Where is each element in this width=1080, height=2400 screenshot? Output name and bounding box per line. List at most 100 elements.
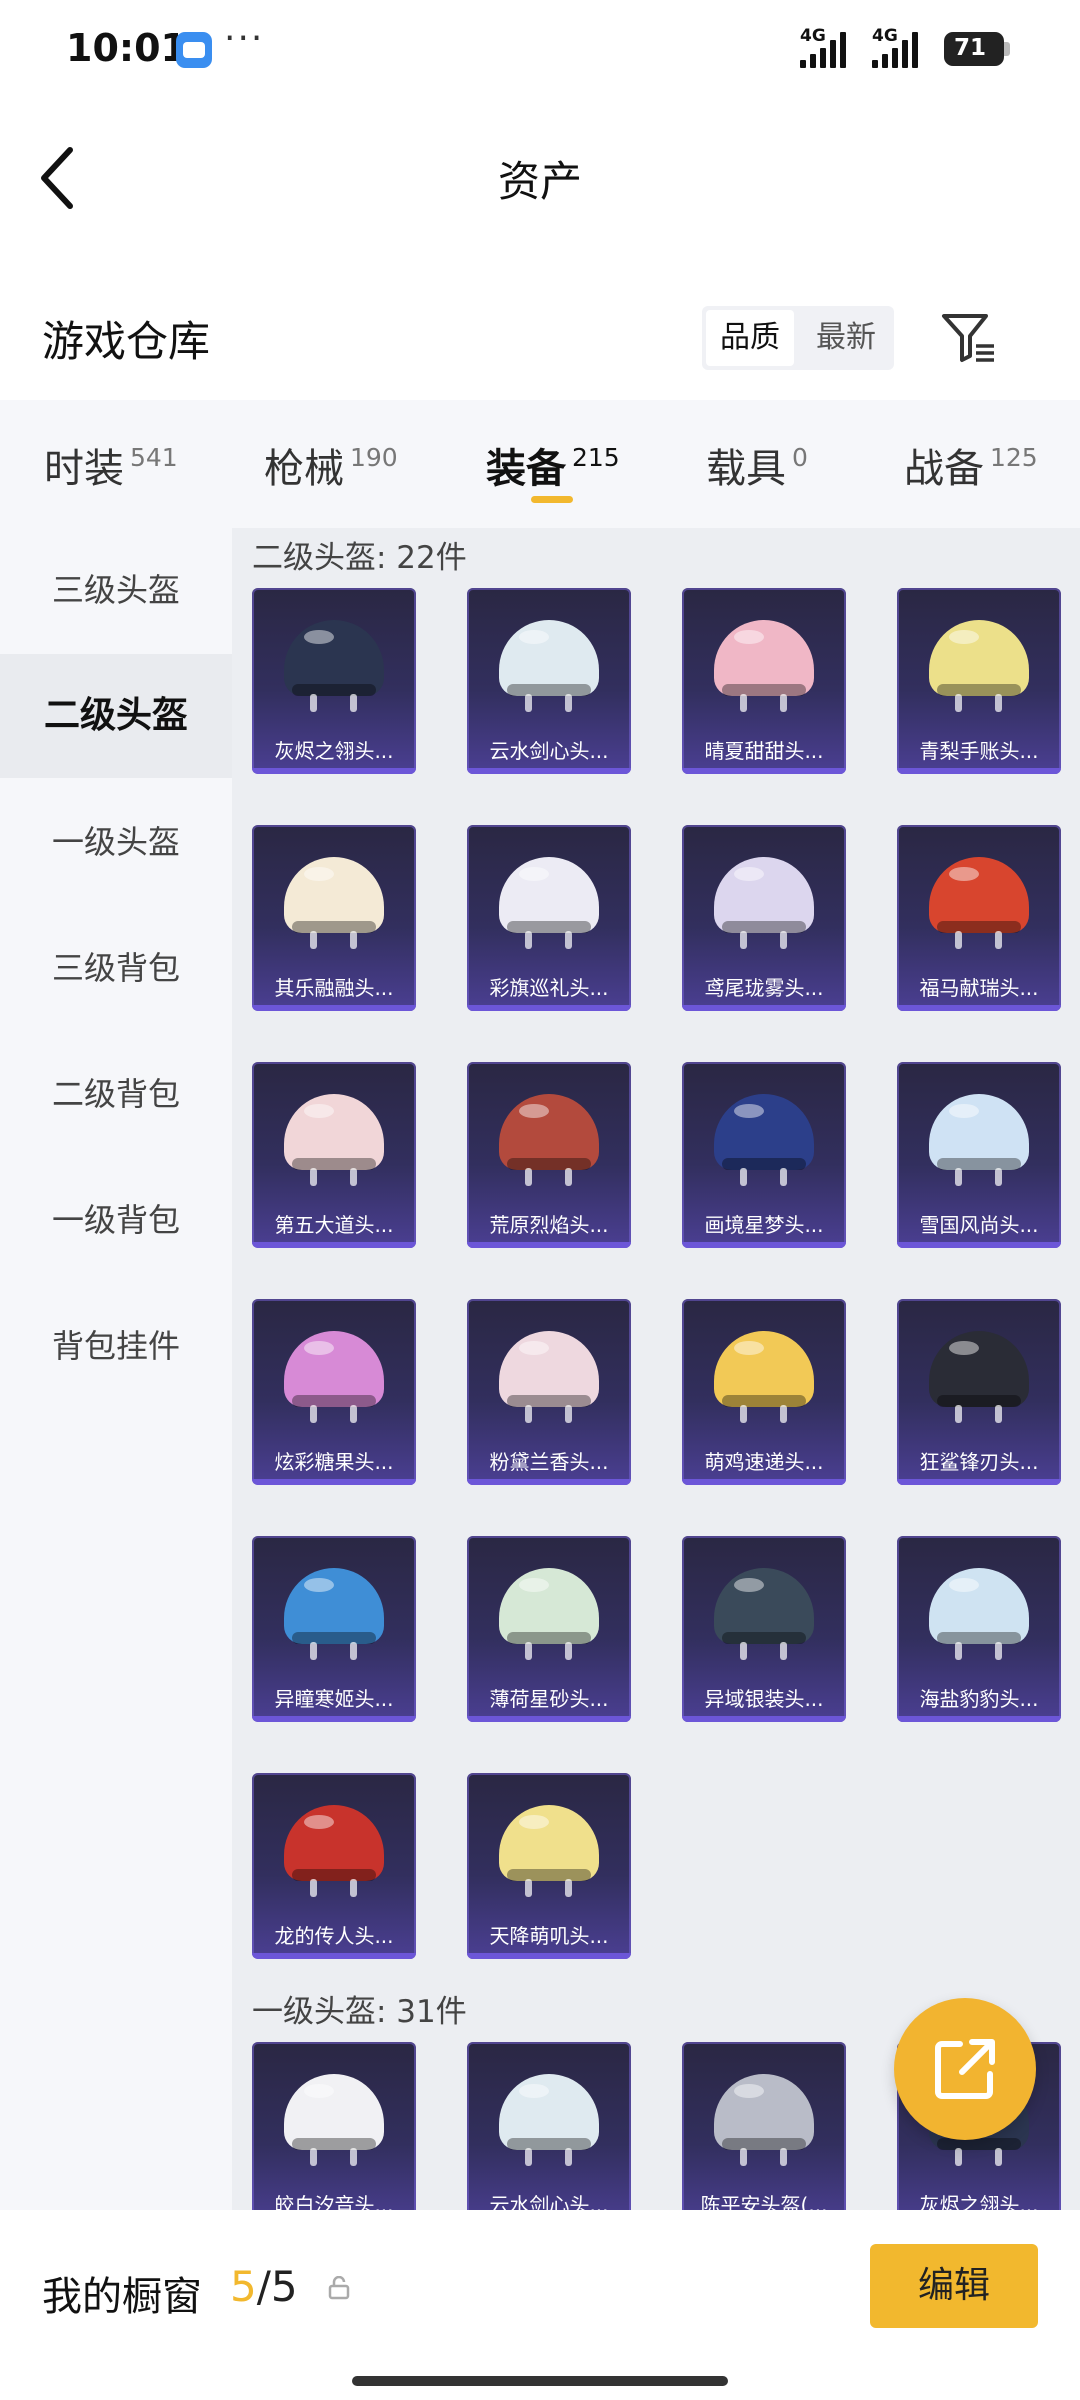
signal-2-icon: 4G	[872, 26, 934, 68]
helmet-image	[499, 1562, 599, 1666]
filter-button[interactable]	[940, 308, 998, 366]
active-tab-indicator	[531, 496, 573, 503]
tab-vehicles[interactable]: 载具 0	[706, 436, 808, 496]
item-name: 异域银装头...	[704, 1687, 824, 1711]
sidebar-item-level3-backpack[interactable]: 三级背包	[0, 906, 232, 1030]
helmet-image	[929, 851, 1029, 955]
helmet-image	[284, 2068, 384, 2172]
section-title: 一级头盔: 31件	[252, 1994, 467, 2030]
showcase-bar: 我的橱窗 5/5 编辑	[0, 2210, 1080, 2400]
helmet-image	[284, 1562, 384, 1666]
sidebar-item-level1-helmet[interactable]: 一级头盔	[0, 780, 232, 904]
showcase-separator: /	[256, 2262, 271, 2311]
item-name: 龙的传人头...	[274, 1924, 394, 1948]
helmet-image	[499, 2068, 599, 2172]
helmet-image	[714, 1325, 814, 1429]
item-card[interactable]: 炫彩糖果头...	[252, 1299, 416, 1485]
item-name: 灰烬之翎头...	[919, 2193, 1039, 2210]
item-card[interactable]: 荒原烈焰头...	[467, 1062, 631, 1248]
item-card[interactable]: 晴夏甜甜头...	[682, 588, 846, 774]
edit-button[interactable]: 编辑	[870, 2244, 1038, 2328]
item-name: 云水剑心头...	[489, 739, 609, 763]
item-card[interactable]: 云水剑心头...	[467, 588, 631, 774]
showcase-total: 5	[270, 2262, 298, 2311]
item-card[interactable]: 彩旗巡礼头...	[467, 825, 631, 1011]
item-name: 福马献瑞头...	[919, 976, 1039, 1000]
item-card[interactable]: 画境星梦头...	[682, 1062, 846, 1248]
sidebar-item-level3-helmet[interactable]: 三级头盔	[0, 528, 232, 652]
item-name: 异瞳寒姬头...	[274, 1687, 394, 1711]
tab-count: 541	[130, 443, 178, 472]
item-card[interactable]: 龙的传人头...	[252, 1773, 416, 1959]
helmet-image	[714, 1562, 814, 1666]
sort-newest-option[interactable]: 最新	[802, 310, 890, 366]
item-card[interactable]: 青梨手账头...	[897, 588, 1061, 774]
item-name: 青梨手账头...	[919, 739, 1039, 763]
helmet-image	[929, 1088, 1029, 1192]
category-tabs: 时装 541 枪械 190 装备 215 载具 0 战备 125	[0, 400, 1080, 528]
item-card[interactable]: 异域银装头...	[682, 1536, 846, 1722]
item-card[interactable]: 海盐豹豹头...	[897, 1536, 1061, 1722]
sort-quality-option[interactable]: 品质	[706, 310, 794, 366]
tab-count: 190	[350, 443, 398, 472]
signal-1-icon: 4G	[800, 26, 862, 68]
helmet-image	[284, 851, 384, 955]
tab-battle-gear[interactable]: 战备 125	[904, 436, 1038, 496]
item-card[interactable]: 皎白汐音头...	[252, 2042, 416, 2210]
item-card[interactable]: 第五大道头...	[252, 1062, 416, 1248]
item-card[interactable]: 鸢尾珑雾头...	[682, 825, 846, 1011]
item-card[interactable]: 粉黛兰香头...	[467, 1299, 631, 1485]
item-grid: 二级头盔: 22件 灰烬之翎头... 云水剑心头... 晴夏甜甜头... 青梨手账头.…	[232, 528, 1080, 2210]
helmet-image	[929, 1562, 1029, 1666]
helmet-image	[499, 851, 599, 955]
app-notification-icon	[176, 32, 212, 68]
tab-equipment[interactable]: 装备 215	[486, 436, 620, 496]
item-card[interactable]: 异瞳寒姬头...	[252, 1536, 416, 1722]
showcase-count: 5/5	[230, 2262, 298, 2311]
helmet-image	[714, 1088, 814, 1192]
helmet-image	[499, 1799, 599, 1903]
item-name: 雪国风尚头...	[919, 1213, 1039, 1237]
helmet-image	[499, 1088, 599, 1192]
sidebar-item-level1-backpack[interactable]: 一级背包	[0, 1158, 232, 1282]
tab-label: 装备	[486, 446, 566, 492]
sidebar-item-backpack-pendant[interactable]: 背包挂件	[0, 1284, 232, 1408]
item-name: 晴夏甜甜头...	[704, 739, 824, 763]
helmet-image	[284, 1088, 384, 1192]
sidebar-item-level2-helmet[interactable]: 二级头盔	[0, 654, 232, 778]
item-card[interactable]: 雪国风尚头...	[897, 1062, 1061, 1248]
item-card[interactable]: 其乐融融头...	[252, 825, 416, 1011]
item-name: 鸢尾珑雾头...	[704, 976, 824, 1000]
item-card[interactable]: 萌鸡速递头...	[682, 1299, 846, 1485]
share-button[interactable]	[894, 1998, 1036, 2140]
tab-weapons[interactable]: 枪械 190	[264, 436, 398, 496]
item-name: 荒原烈焰头...	[489, 1213, 609, 1237]
section-title: 二级头盔: 22件	[252, 540, 467, 576]
item-card[interactable]: 灰烬之翎头...	[252, 588, 416, 774]
item-name: 其乐融融头...	[274, 976, 394, 1000]
battery-icon: 71	[944, 32, 1010, 66]
item-card[interactable]: 薄荷星砂头...	[467, 1536, 631, 1722]
item-card[interactable]: 天降萌叽头...	[467, 1773, 631, 1959]
helmet-image	[929, 1325, 1029, 1429]
tab-fashion[interactable]: 时装 541	[44, 436, 178, 496]
network-type-1: 4G	[800, 26, 826, 46]
item-card[interactable]: 云水剑心头...	[467, 2042, 631, 2210]
showcase-current: 5	[230, 2262, 257, 2311]
item-card[interactable]: 狂鲨锋刃头...	[897, 1299, 1061, 1485]
sort-toggle: 品质 最新	[702, 306, 894, 370]
status-time: 10:01	[66, 26, 187, 70]
sidebar-item-level2-backpack[interactable]: 二级背包	[0, 1032, 232, 1156]
item-name: 粉黛兰香头...	[489, 1450, 609, 1474]
item-name: 炫彩糖果头...	[274, 1450, 394, 1474]
item-card[interactable]: 陈平安头盔(...	[682, 2042, 846, 2210]
warehouse-title: 游戏仓库	[42, 317, 211, 366]
tab-label: 时装	[44, 446, 124, 492]
helmet-image	[499, 614, 599, 718]
tab-label: 载具	[706, 446, 786, 492]
tab-label: 战备	[904, 446, 984, 492]
item-name: 薄荷星砂头...	[489, 1687, 609, 1711]
item-card[interactable]: 福马献瑞头...	[897, 825, 1061, 1011]
sidebar: 三级头盔 二级头盔 一级头盔 三级背包 二级背包 一级背包 背包挂件	[0, 528, 232, 2210]
more-notifications-icon: ···	[224, 18, 265, 59]
